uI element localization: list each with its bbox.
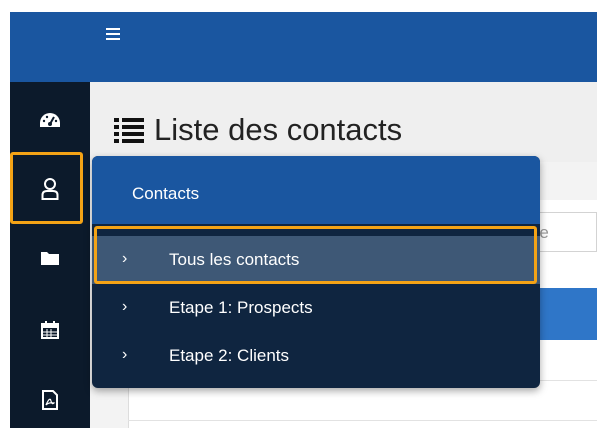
calendar-icon[interactable]	[34, 314, 66, 346]
hamburger-icon[interactable]	[106, 28, 120, 40]
menu-item-label: Etape 1: Prospects	[169, 298, 313, 317]
menu-item-etape-1-prospects[interactable]: › Etape 1: Prospects	[92, 284, 540, 332]
menu-item-highlight-box	[94, 226, 537, 284]
folder-icon[interactable]	[34, 242, 66, 274]
dashboard-gauge-icon[interactable]	[34, 104, 66, 136]
list-icon	[114, 118, 144, 143]
page-title: Liste des contacts	[114, 112, 402, 148]
menu-item-etape-2-clients[interactable]: › Etape 2: Clients	[92, 332, 540, 380]
sidebar	[10, 82, 90, 428]
chevron-right-icon: ›	[122, 298, 128, 315]
submenu-header: Contacts	[92, 156, 540, 224]
sidebar-highlight-box	[10, 152, 83, 224]
pdf-file-icon[interactable]	[34, 384, 66, 416]
menu-item-label: Etape 2: Clients	[169, 346, 290, 365]
page-title-text: Liste des contacts	[154, 112, 403, 147]
table-row	[128, 420, 597, 421]
chevron-right-icon: ›	[122, 346, 128, 363]
submenu-title: Contacts	[132, 184, 200, 203]
top-navbar	[10, 12, 597, 82]
